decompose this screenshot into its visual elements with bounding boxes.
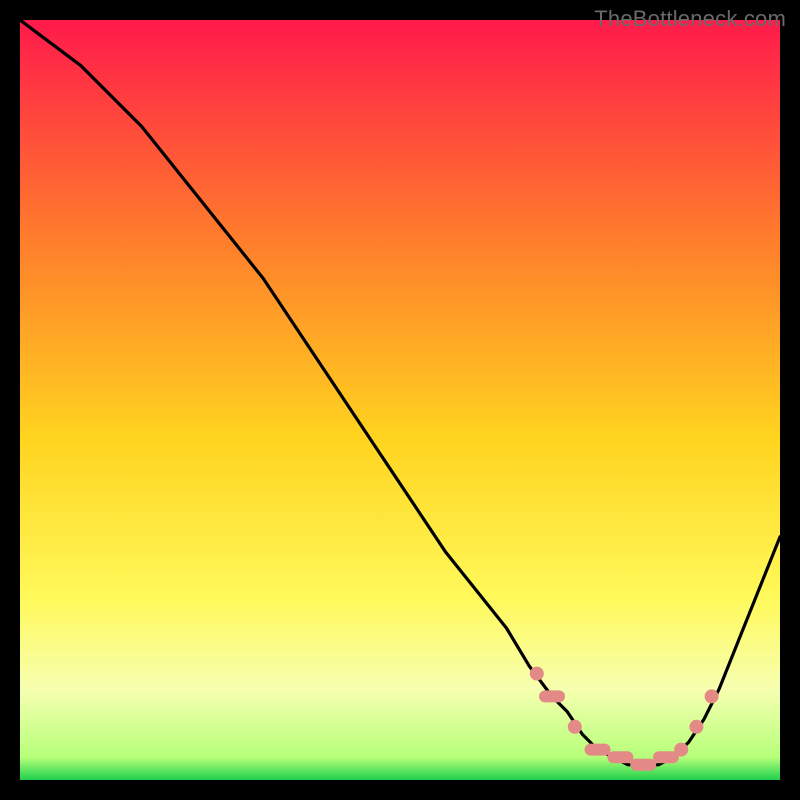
gradient-fill [20, 20, 780, 780]
marker-9 [705, 689, 719, 703]
chart-svg [20, 20, 780, 780]
marker-3 [585, 744, 611, 756]
marker-2 [568, 720, 582, 734]
marker-5 [630, 759, 656, 771]
marker-1 [539, 690, 565, 702]
marker-0 [530, 667, 544, 681]
marker-4 [607, 751, 633, 763]
plot-area [20, 20, 780, 780]
marker-7 [674, 743, 688, 757]
marker-8 [689, 720, 703, 734]
watermark-text: TheBottleneck.com [594, 6, 786, 32]
stage: TheBottleneck.com [0, 0, 800, 800]
